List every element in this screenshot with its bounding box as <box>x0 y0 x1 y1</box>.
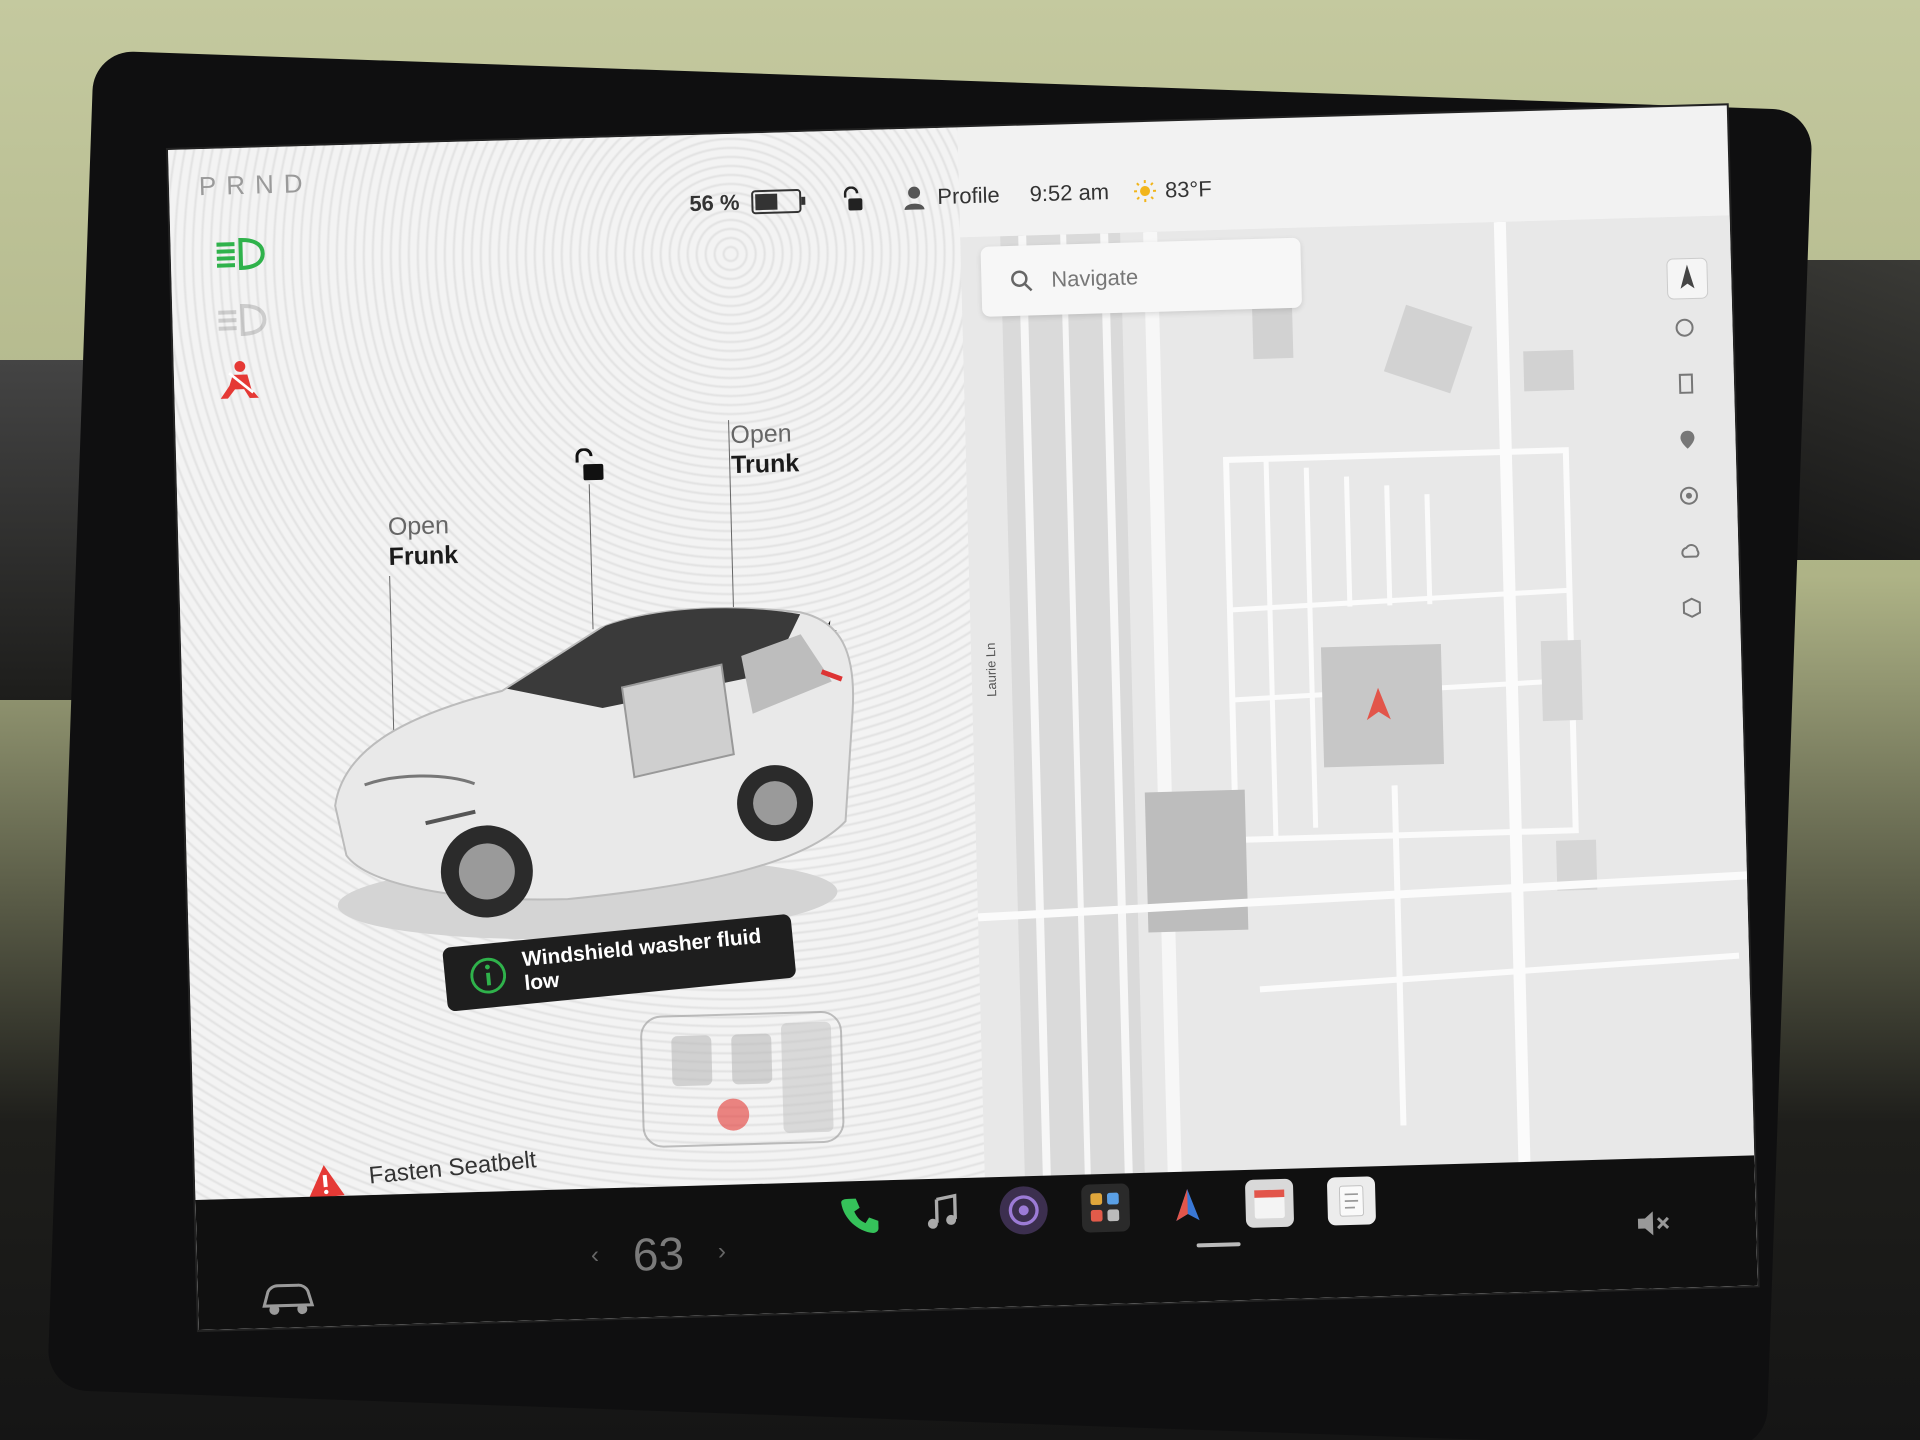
phone-app[interactable] <box>835 1190 884 1239</box>
phone-icon <box>841 1198 879 1234</box>
gear-selector: PRND <box>199 168 313 202</box>
battery-icon <box>751 188 802 215</box>
car-3d-model <box>334 607 855 940</box>
app-launcher[interactable] <box>1081 1183 1131 1233</box>
car-controls-icon[interactable] <box>258 1277 319 1319</box>
frunk-open-label: Open <box>387 511 450 542</box>
street-label: Laurie Ln <box>982 642 1000 698</box>
climate-control: ‹ 63 › <box>556 1224 760 1284</box>
seat-occupancy-diagram <box>640 1010 845 1148</box>
temp-up-chevron-icon[interactable]: › <box>718 1238 727 1266</box>
high-beam-icon <box>218 304 267 337</box>
cabin-temperature: 63 <box>632 1227 685 1281</box>
current-location-arrow <box>1366 687 1391 721</box>
sun-icon <box>1134 180 1157 203</box>
temp-down-chevron-icon[interactable]: ‹ <box>591 1242 600 1270</box>
calendar-icon <box>1254 1189 1285 1219</box>
map-controls <box>1664 316 1712 619</box>
headlights-icon <box>216 237 265 271</box>
map-streets <box>960 215 1758 1308</box>
frunk-label: Frunk <box>388 541 459 572</box>
calendar-app[interactable] <box>1244 1178 1295 1228</box>
battery-percentage: 56 % <box>689 189 740 217</box>
alert-message: Fasten Seatbelt <box>367 1146 538 1190</box>
volume-muted-icon[interactable] <box>1636 1208 1671 1239</box>
gear-d: D <box>283 167 313 199</box>
info-icon <box>470 957 507 994</box>
satellite-icon[interactable] <box>1673 316 1696 339</box>
search-icon <box>1011 270 1033 292</box>
gear-n: N <box>254 168 285 200</box>
pin-icon[interactable] <box>1676 428 1699 451</box>
music-note-icon <box>927 1193 957 1229</box>
trunk-open-label: Open <box>730 419 792 450</box>
route-list-icon[interactable] <box>1675 372 1698 395</box>
weather-icon[interactable] <box>1679 540 1702 563</box>
compass-icon[interactable] <box>1665 256 1710 301</box>
clock: 9:52 am <box>1029 179 1110 207</box>
notes-app[interactable] <box>1326 1176 1377 1226</box>
charging-stations-icon[interactable] <box>1678 484 1701 507</box>
navigate-placeholder: Navigate <box>1051 264 1139 292</box>
navigation-arrow-icon <box>1176 1188 1200 1221</box>
unlock-icon[interactable] <box>571 447 608 485</box>
photo-scene: PRND Open Frunk Open Trunk Windshield wa… <box>0 0 1920 1440</box>
outside-temperature: 83°F <box>1164 176 1213 203</box>
lock-status-icon[interactable] <box>841 186 864 213</box>
camera-lens-icon <box>1008 1195 1039 1226</box>
gear-p: P <box>198 170 227 202</box>
camera-app[interactable] <box>999 1185 1049 1236</box>
navigate-search-bar[interactable]: Navigate <box>980 237 1303 317</box>
open-trunk-button[interactable]: Open Trunk <box>730 418 800 480</box>
trunk-label: Trunk <box>730 449 800 480</box>
music-app[interactable] <box>917 1188 966 1237</box>
profile-icon[interactable] <box>903 185 926 210</box>
touchscreen: PRND Open Frunk Open Trunk Windshield wa… <box>168 105 1758 1331</box>
navigation-app[interactable] <box>1163 1181 1212 1230</box>
3d-view-icon[interactable] <box>1681 596 1704 619</box>
open-frunk-button[interactable]: Open Frunk <box>387 510 458 572</box>
gear-r: R <box>225 169 256 201</box>
profile-button[interactable]: Profile <box>937 182 1000 210</box>
car-status-pane: PRND Open Frunk Open Trunk Windshield wa… <box>168 127 989 1331</box>
map-view[interactable]: Navigate Laurie Ln <box>960 215 1758 1308</box>
seatbelt-warning-icon <box>220 361 259 399</box>
app-grid-icon <box>1090 1192 1120 1222</box>
notes-icon <box>1339 1185 1364 1217</box>
